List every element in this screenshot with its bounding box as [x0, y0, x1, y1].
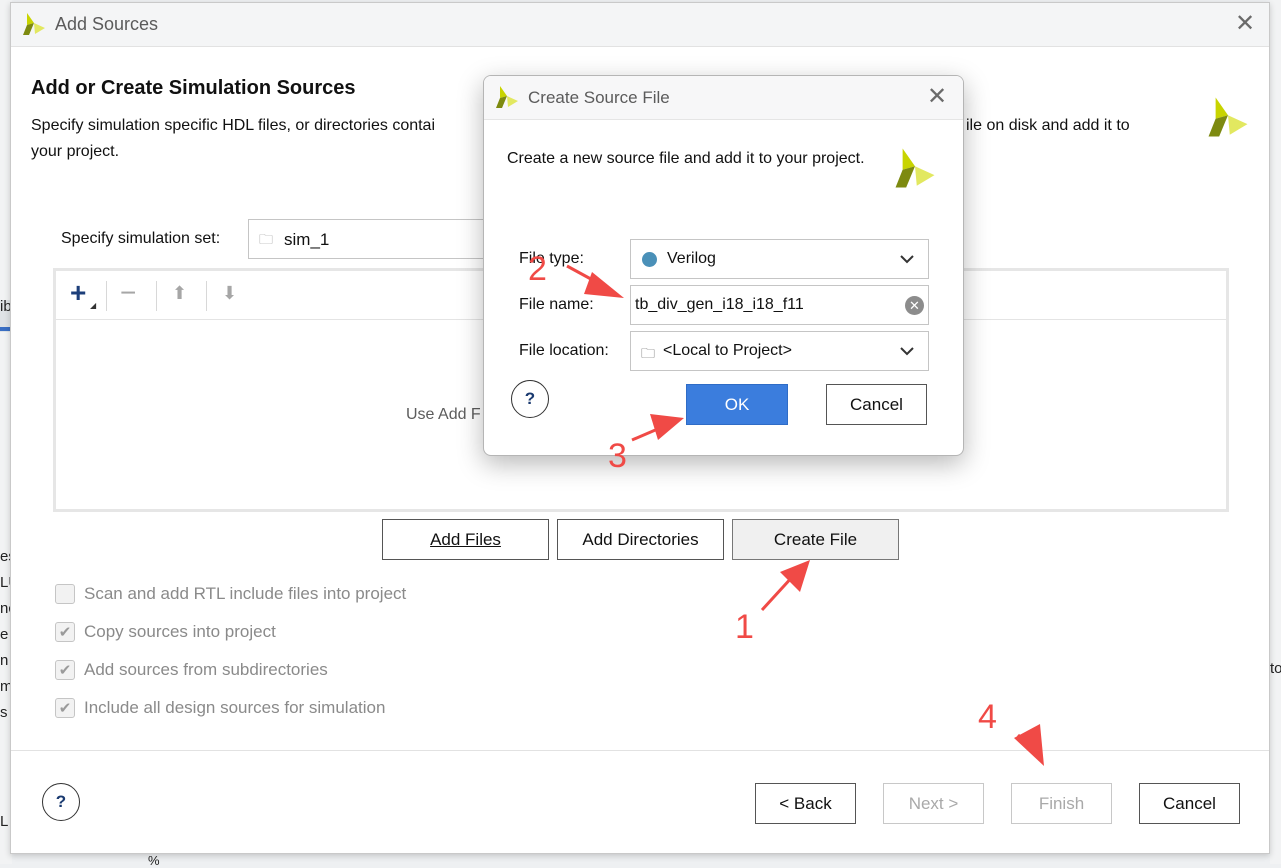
annotation-number: 4 — [978, 698, 997, 736]
annotation-number: 3 — [608, 437, 627, 475]
annotation-number: 2 — [528, 250, 547, 288]
annotation-number: 1 — [735, 608, 754, 646]
annotation-arrows — [566, 264, 1044, 766]
